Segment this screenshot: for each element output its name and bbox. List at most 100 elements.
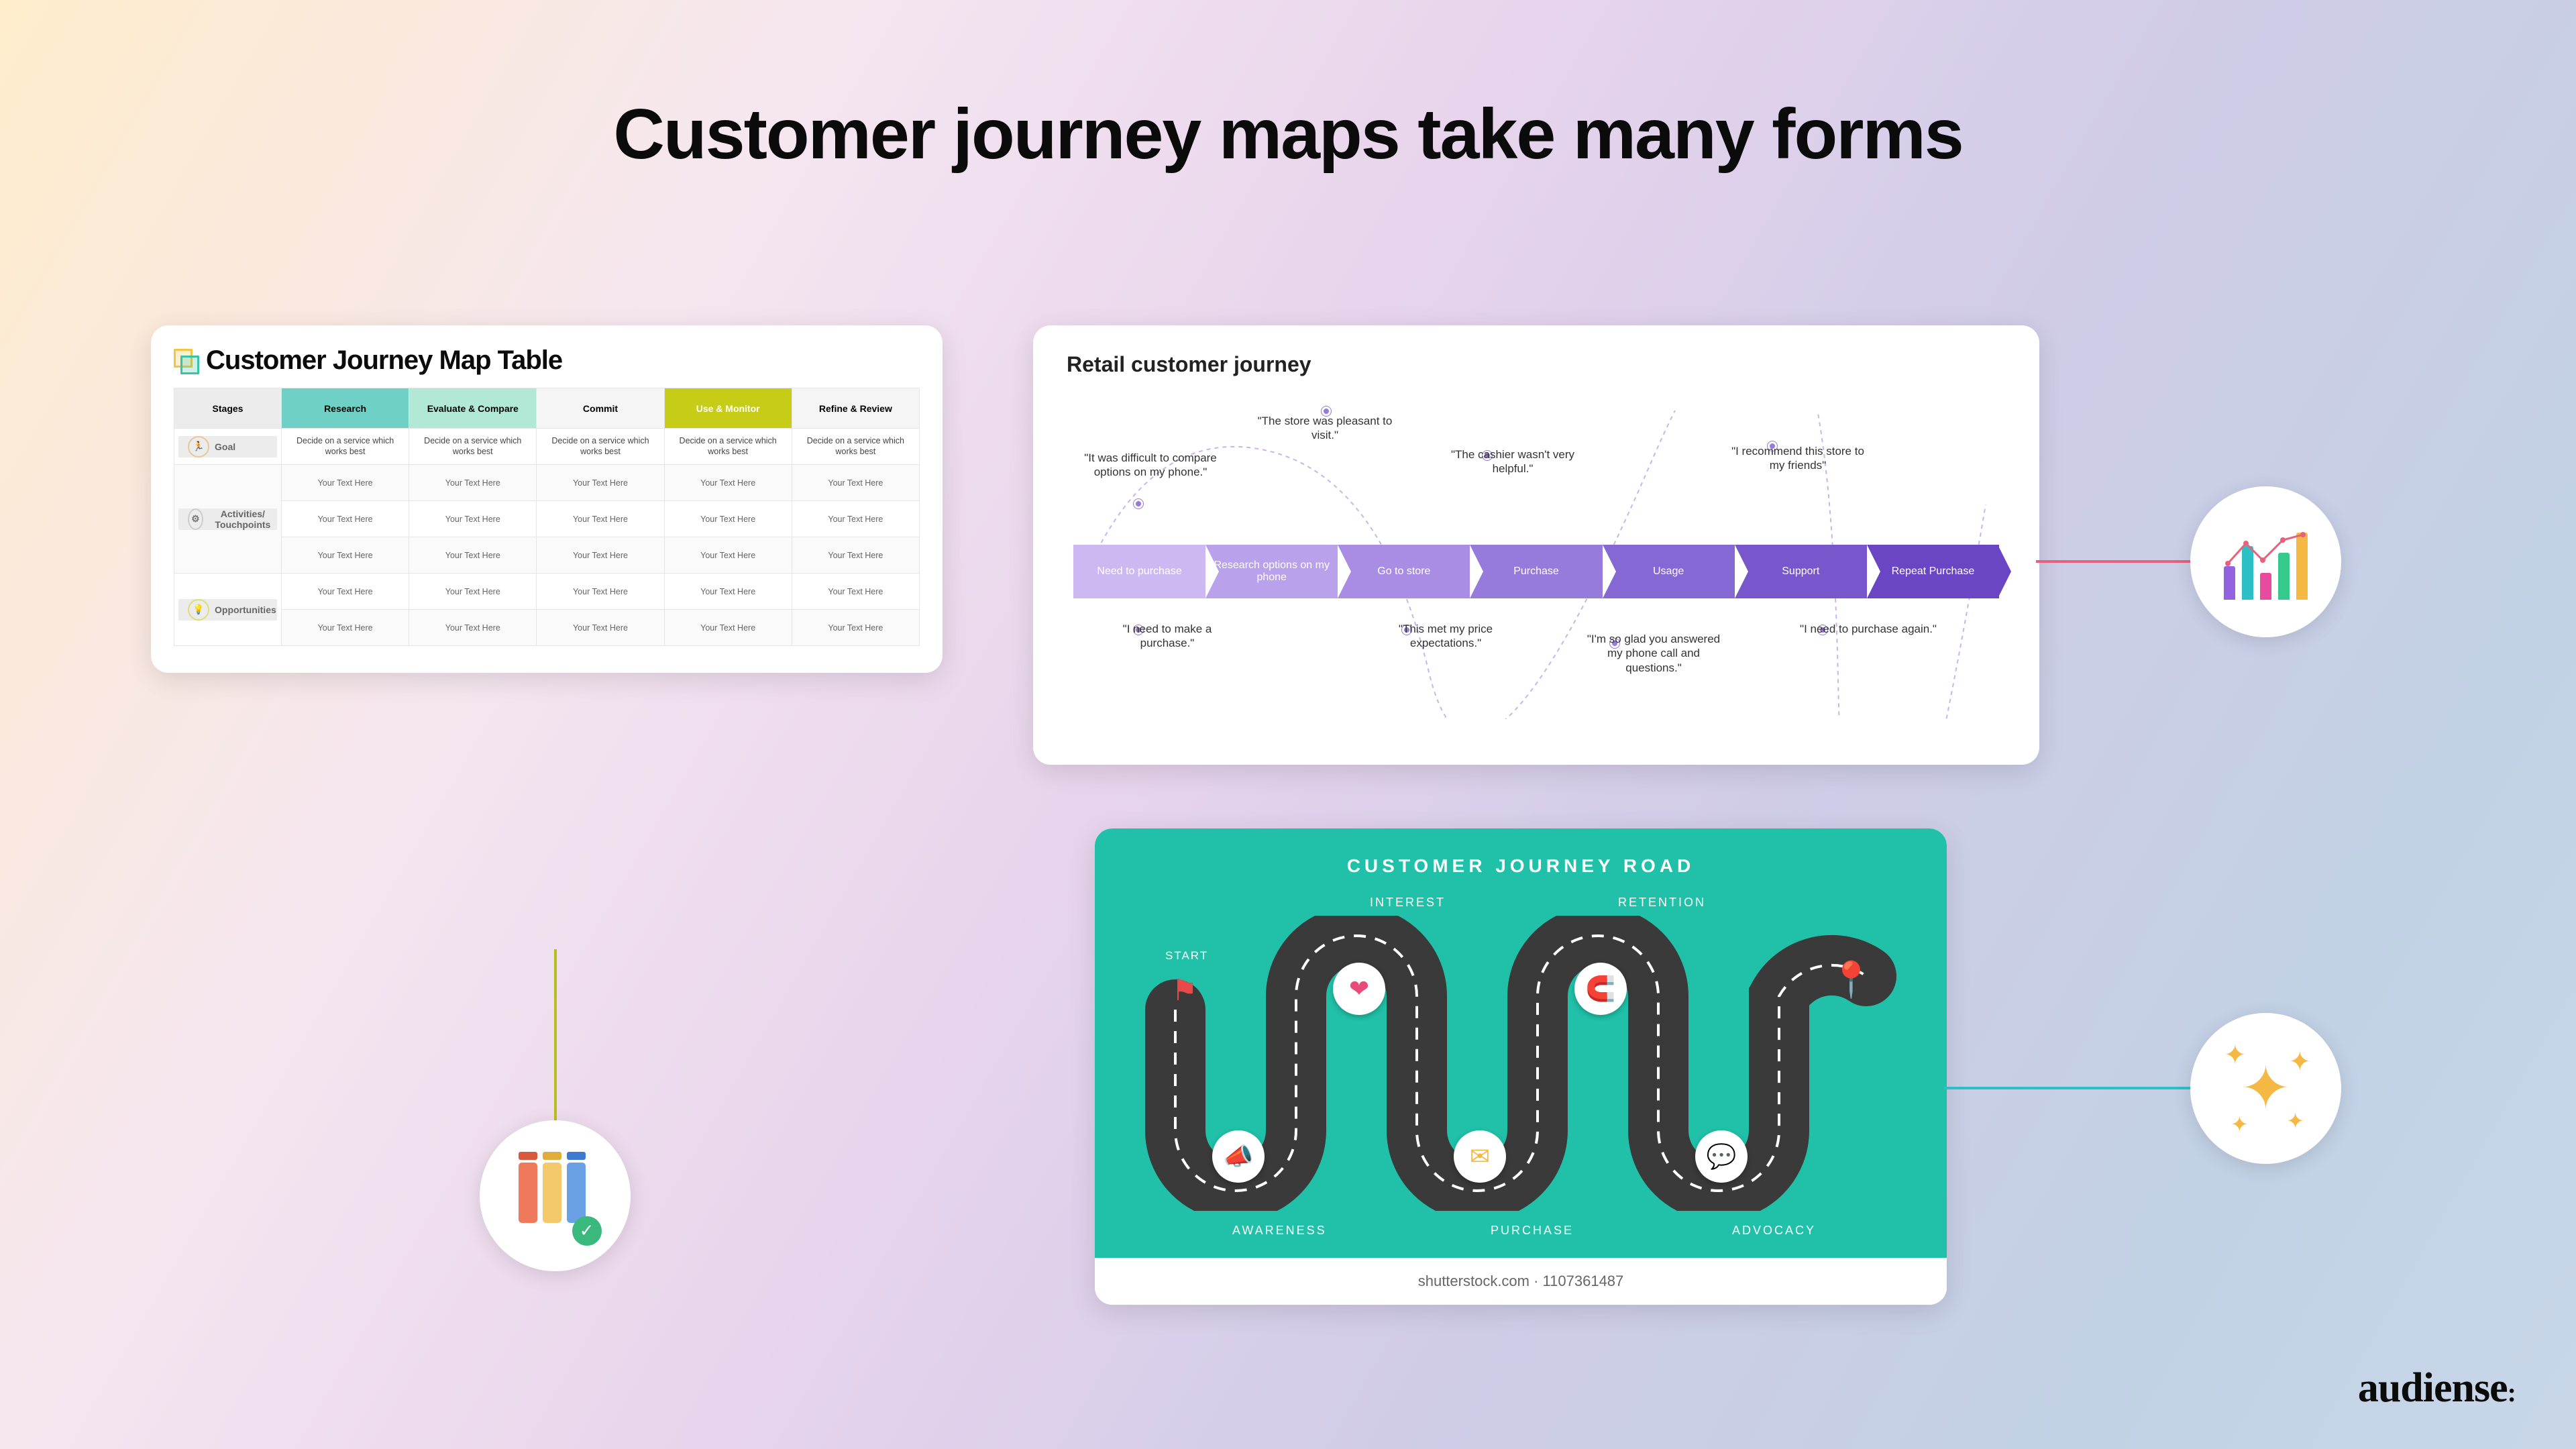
journey-step: Support — [1735, 545, 1867, 598]
lightbulb-icon: 💡 — [188, 599, 209, 621]
table-cell: Decide on a service which works best — [664, 429, 792, 465]
brand-text: audiense — [2358, 1365, 2508, 1411]
chart-badge — [2190, 486, 2341, 637]
table-cell: Your Text Here — [537, 501, 664, 537]
table-header: Research — [282, 388, 409, 429]
page-title: Customer journey maps take many forms — [0, 94, 2576, 175]
card1-titlebar: Customer Journey Map Table — [174, 345, 920, 376]
journey-step: Go to store — [1338, 545, 1470, 598]
columns-icon: ✓ — [519, 1156, 592, 1236]
journey-table: Stages Research Evaluate & Compare Commi… — [174, 388, 920, 646]
table-cell: Decide on a service which works best — [537, 429, 664, 465]
table-cell: Your Text Here — [664, 610, 792, 646]
connector-line — [1944, 1087, 2192, 1089]
table-cell: Your Text Here — [282, 465, 409, 501]
connector-line — [554, 949, 557, 1127]
stage-label: INTEREST — [1370, 896, 1446, 910]
row-label: Goal — [215, 441, 235, 452]
row-label: Activities/ Touchpoints — [209, 508, 277, 530]
table-cell: Decide on a service which works best — [282, 429, 409, 465]
row-label: Opportunities — [215, 604, 276, 615]
table-cell: Your Text Here — [792, 537, 919, 574]
table-cell: Your Text Here — [282, 610, 409, 646]
table-cell: Your Text Here — [409, 610, 537, 646]
table-cell: Your Text Here — [409, 537, 537, 574]
table-cell: Your Text Here — [409, 501, 537, 537]
connector-line — [2036, 560, 2194, 563]
sparkle-icon: ✦ — [2224, 1040, 2247, 1071]
journey-step: Need to purchase — [1073, 545, 1205, 598]
row-label-cell: ⚙ Activities/ Touchpoints — [174, 465, 282, 574]
table-cell: Your Text Here — [282, 537, 409, 574]
envelope-icon: ✉ — [1454, 1130, 1506, 1183]
overlap-squares-icon — [174, 349, 198, 373]
retail-journey-area: "It was difficult to compare options on … — [1067, 384, 2006, 746]
table-cell: Your Text Here — [537, 574, 664, 610]
quote: "This met my price expectations." — [1375, 622, 1516, 651]
pin-icon: 📍 — [1829, 959, 1873, 1000]
quote: "It was difficult to compare options on … — [1080, 451, 1221, 480]
table-cell: Your Text Here — [282, 501, 409, 537]
checkmark-icon: ✓ — [572, 1216, 602, 1246]
stage-label: ADVOCACY — [1732, 1224, 1816, 1238]
stage-label: PURCHASE — [1491, 1224, 1574, 1238]
journey-step: Purchase — [1470, 545, 1602, 598]
table-cell: Your Text Here — [537, 465, 664, 501]
journey-step: Repeat Purchase — [1867, 545, 1999, 598]
journey-road-card: CUSTOMER JOURNEY ROAD START FINISH INTER… — [1095, 828, 1947, 1305]
sparkle-icon: ✦ — [2288, 1046, 2311, 1077]
card1-title: Customer Journey Map Table — [206, 345, 562, 376]
sparkle-icon: ✦ — [2286, 1108, 2304, 1134]
table-badge: ✓ — [480, 1120, 631, 1271]
dot-icon — [1134, 499, 1143, 508]
table-cell: Your Text Here — [664, 574, 792, 610]
table-cell: Decide on a service which works best — [792, 429, 919, 465]
card3-title: CUSTOMER JOURNEY ROAD — [1095, 828, 1947, 877]
quote: "The store was pleasant to visit." — [1254, 414, 1395, 443]
running-icon: 🏃 — [188, 436, 209, 458]
magnet-icon: 🧲 — [1574, 963, 1627, 1015]
table-cell: Your Text Here — [537, 610, 664, 646]
chat-icon: 💬 — [1695, 1130, 1748, 1183]
table-cell: Your Text Here — [664, 501, 792, 537]
quote: "I need to purchase again." — [1798, 622, 1939, 636]
table-header: Stages — [174, 388, 282, 429]
table-cell: Your Text Here — [792, 501, 919, 537]
stage-label: AWARENESS — [1232, 1224, 1327, 1238]
table-cell: Your Text Here — [664, 537, 792, 574]
card2-title: Retail customer journey — [1067, 352, 2006, 377]
table-cell: Your Text Here — [282, 574, 409, 610]
card3-caption: shutterstock.com · 1107361487 — [1095, 1258, 1947, 1305]
table-header: Commit — [537, 388, 664, 429]
row-label-cell: 🏃 Goal — [174, 429, 282, 465]
megaphone-icon: 📣 — [1212, 1130, 1265, 1183]
quote: "The cashier wasn't very helpful." — [1442, 447, 1583, 476]
heart-icon: ❤ — [1333, 963, 1385, 1015]
table-cell: Your Text Here — [792, 574, 919, 610]
journey-step: Research options on my phone — [1205, 545, 1338, 598]
journey-arrow-bar: Need to purchase Research options on my … — [1073, 545, 1999, 598]
table-header: Evaluate & Compare — [409, 388, 537, 429]
gear-icon: ⚙ — [188, 508, 203, 530]
journey-table-card: Customer Journey Map Table Stages Resear… — [151, 325, 943, 673]
table-cell: Your Text Here — [409, 465, 537, 501]
table-cell: Your Text Here — [792, 465, 919, 501]
quote: "I need to make a purchase." — [1097, 622, 1238, 651]
flag-icon: ⚑ — [1171, 973, 1197, 1008]
quote: "I'm so glad you answered my phone call … — [1583, 632, 1724, 675]
sparkline-icon — [2222, 527, 2310, 580]
table-cell: Decide on a service which works best — [409, 429, 537, 465]
table-header: Use & Monitor — [664, 388, 792, 429]
journey-step: Usage — [1603, 545, 1735, 598]
retail-journey-card: Retail customer journey "It was difficul… — [1033, 325, 2039, 765]
table-cell: Your Text Here — [664, 465, 792, 501]
table-cell: Your Text Here — [409, 574, 537, 610]
row-label-cell: 💡 Opportunities — [174, 574, 282, 646]
sparkle-icon: ✦ — [2231, 1112, 2249, 1137]
table-cell: Your Text Here — [792, 610, 919, 646]
brand-logo: audiense: — [2358, 1364, 2516, 1412]
quote: "I recommend this store to my friends" — [1727, 444, 1868, 473]
table-cell: Your Text Here — [537, 537, 664, 574]
stage-label: RETENTION — [1618, 896, 1706, 910]
table-header: Refine & Review — [792, 388, 919, 429]
